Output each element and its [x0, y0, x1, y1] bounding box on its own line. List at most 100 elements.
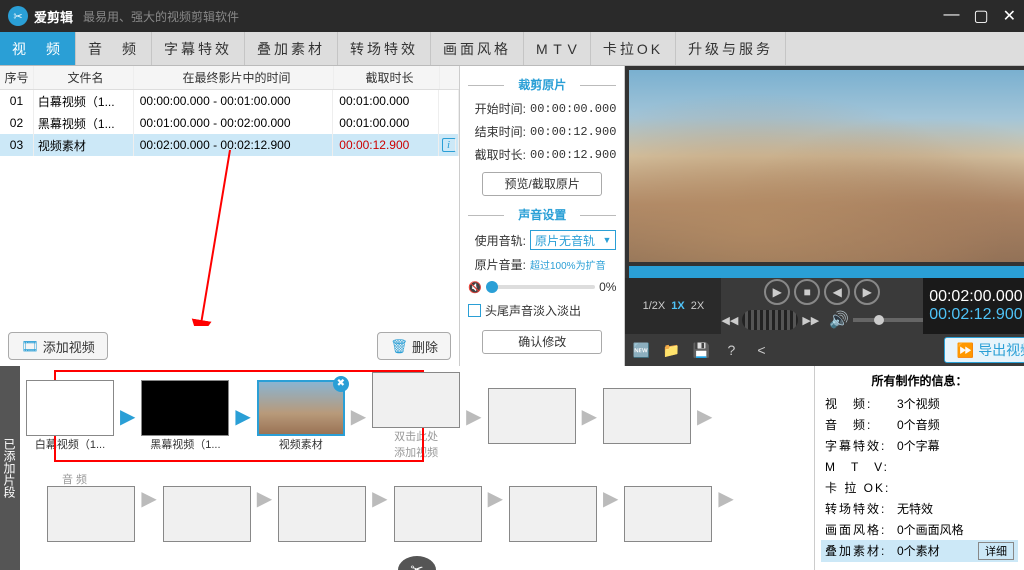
- jog-wheel[interactable]: [742, 310, 798, 330]
- info-icon[interactable]: i: [442, 138, 456, 152]
- clip-add-placeholder[interactable]: 双击此处添加视频: [372, 372, 460, 460]
- arrow-icon: ▶: [351, 404, 366, 429]
- open-icon[interactable]: 📁: [661, 340, 681, 360]
- speed-2x[interactable]: 2X: [689, 298, 706, 314]
- tab-style[interactable]: 画面风格: [431, 32, 524, 65]
- audio-slot[interactable]: [278, 486, 366, 542]
- clip-toolbar: 🎞添加视频 🗑删除: [0, 326, 459, 366]
- save-icon[interactable]: 💾: [691, 340, 711, 360]
- preview-timeline[interactable]: [629, 266, 1024, 278]
- audio-slot[interactable]: [509, 486, 597, 542]
- mute-icon[interactable]: 🔇: [468, 281, 482, 294]
- volume-icon[interactable]: 🔊: [829, 310, 849, 330]
- minimize-icon[interactable]: —: [943, 6, 959, 26]
- new-icon[interactable]: 🆕: [631, 340, 651, 360]
- clip-strip: 白幕视频（1... ▶ 黑幕视频（1... ▶ 视频素材 ▶ 双击此处添加视频 …: [20, 366, 814, 570]
- speed-selector: 1/2X 1X 2X: [625, 278, 721, 334]
- arrow-icon: ▶: [141, 486, 156, 511]
- clip-table-body: 01 白幕视频（1... 00:00:00.000 - 00:01:00.000…: [0, 90, 459, 326]
- stop-button[interactable]: ■: [794, 279, 820, 305]
- delete-button[interactable]: 🗑删除: [377, 332, 451, 360]
- clip-thumb-sky: [257, 380, 345, 436]
- help-icon[interactable]: ?: [721, 340, 741, 360]
- timecode-display: 00:02:00.000 00:02:12.900: [923, 278, 1024, 334]
- volume-slider[interactable]: [486, 285, 595, 289]
- clip-item[interactable]: 白幕视频（1...: [26, 380, 114, 452]
- tab-transition[interactable]: 转场特效: [338, 32, 431, 65]
- clip-item-selected[interactable]: 视频素材: [257, 380, 345, 452]
- close-icon[interactable]: ✕: [1003, 6, 1016, 26]
- preview-toolbar: 🆕 📁 💾 ? < ⏩ 导出视频: [625, 334, 1024, 366]
- audio-slot[interactable]: [624, 486, 712, 542]
- tab-video[interactable]: 视 频: [0, 32, 76, 65]
- arrow-icon: ▶: [466, 404, 481, 429]
- tab-overlay[interactable]: 叠加素材: [245, 32, 338, 65]
- preview-panel: 1/2X 1X 2X ▶ ■ ◀ ▶ ◀◀ ▶▶ 🔊: [625, 66, 1024, 366]
- maximize-icon[interactable]: ▢: [973, 6, 988, 26]
- end-time[interactable]: 00:00:12.900: [530, 125, 616, 139]
- preview-volume-slider[interactable]: [853, 318, 923, 322]
- next-frame-button[interactable]: ▶: [854, 279, 880, 305]
- crop-panel: 裁剪原片 开始时间:00:00:00.000 结束时间:00:00:12.900…: [460, 66, 625, 366]
- prev-frame-button[interactable]: ◀: [824, 279, 850, 305]
- clip-thumb-white: [26, 380, 114, 436]
- tab-upgrade[interactable]: 升级与服务: [676, 32, 786, 65]
- detail-button[interactable]: 详细: [978, 542, 1014, 560]
- duration: 00:00:12.900: [530, 148, 616, 162]
- clip-table-header: 序号 文件名 在最终影片中的时间 截取时长: [0, 66, 459, 90]
- tab-audio[interactable]: 音 频: [76, 32, 152, 65]
- tab-karaoke[interactable]: 卡拉OK: [591, 32, 676, 65]
- speed-half[interactable]: 1/2X: [641, 298, 668, 314]
- play-button[interactable]: ▶: [764, 279, 790, 305]
- table-row[interactable]: 02 黑幕视频（1... 00:01:00.000 - 00:02:00.000…: [0, 112, 459, 134]
- annotation-arrow: [180, 150, 240, 326]
- info-title: 所有制作的信息：: [821, 372, 1018, 389]
- preview-video[interactable]: [629, 70, 1024, 262]
- col-time: 在最终影片中的时间: [134, 66, 334, 89]
- forward-icon[interactable]: ▶▶: [802, 314, 819, 327]
- share-icon[interactable]: <: [751, 340, 771, 360]
- add-video-button[interactable]: 🎞添加视频: [8, 332, 108, 360]
- app-subtitle: 最易用、强大的视频剪辑软件: [83, 8, 239, 25]
- start-time[interactable]: 00:00:00.000: [530, 102, 616, 116]
- export-button[interactable]: ⏩ 导出视频: [944, 337, 1024, 363]
- preview-crop-button[interactable]: 预览/截取原片: [482, 172, 602, 196]
- rewind-icon[interactable]: ◀◀: [721, 314, 738, 327]
- col-dur: 截取时长: [334, 66, 440, 89]
- title-bar: ✂ 爱剪辑 最易用、强大的视频剪辑软件 — ▢ ✕: [0, 0, 1024, 32]
- app-name: 爱剪辑: [34, 7, 73, 26]
- table-row-selected[interactable]: 03 视频素材 00:02:00.000 - 00:02:12.900 00:0…: [0, 134, 459, 156]
- total-time: 00:02:12.900: [929, 306, 1024, 324]
- scissors-button[interactable]: ✂: [398, 556, 436, 570]
- table-row[interactable]: 01 白幕视频（1... 00:00:00.000 - 00:01:00.000…: [0, 90, 459, 112]
- clip-empty[interactable]: [603, 388, 691, 444]
- audio-slot[interactable]: [47, 486, 135, 542]
- audio-slot[interactable]: [163, 486, 251, 542]
- tab-subtitle[interactable]: 字幕特效: [152, 32, 245, 65]
- crop-title: 裁剪原片: [468, 76, 616, 93]
- clip-empty[interactable]: [488, 388, 576, 444]
- arrow-icon: ▶: [718, 486, 733, 511]
- col-name: 文件名: [34, 66, 134, 89]
- export-icon: ⏩: [957, 342, 974, 359]
- main-tabs: 视 频 音 频 字幕特效 叠加素材 转场特效 画面风格 M T V 卡拉OK 升…: [0, 32, 1024, 66]
- arrow-icon: ▶: [697, 404, 712, 429]
- strip-side-label: 已添加片段: [0, 366, 20, 570]
- window-controls: — ▢ ✕: [943, 6, 1016, 26]
- audio-slot[interactable]: [394, 486, 482, 542]
- clip-list-panel: 序号 文件名 在最终影片中的时间 截取时长 01 白幕视频（1... 00:00…: [0, 66, 460, 366]
- confirm-button[interactable]: 确认修改: [482, 330, 602, 354]
- tab-mtv[interactable]: M T V: [524, 32, 591, 65]
- app-logo: ✂: [8, 6, 28, 26]
- arrow-icon: ▶: [257, 486, 272, 511]
- arrow-icon: ▶: [582, 404, 597, 429]
- arrow-icon: ▶: [372, 486, 387, 511]
- clip-item[interactable]: 黑幕视频（1...: [141, 380, 229, 452]
- fade-checkbox[interactable]: [468, 304, 481, 317]
- arrow-icon: ▶: [488, 486, 503, 511]
- film-icon: 🎞: [21, 338, 39, 355]
- audio-track-select[interactable]: 原片无音轨: [530, 230, 616, 250]
- speed-1x[interactable]: 1X: [669, 298, 686, 314]
- col-no: 序号: [0, 66, 34, 89]
- volume-value: 0%: [599, 280, 616, 294]
